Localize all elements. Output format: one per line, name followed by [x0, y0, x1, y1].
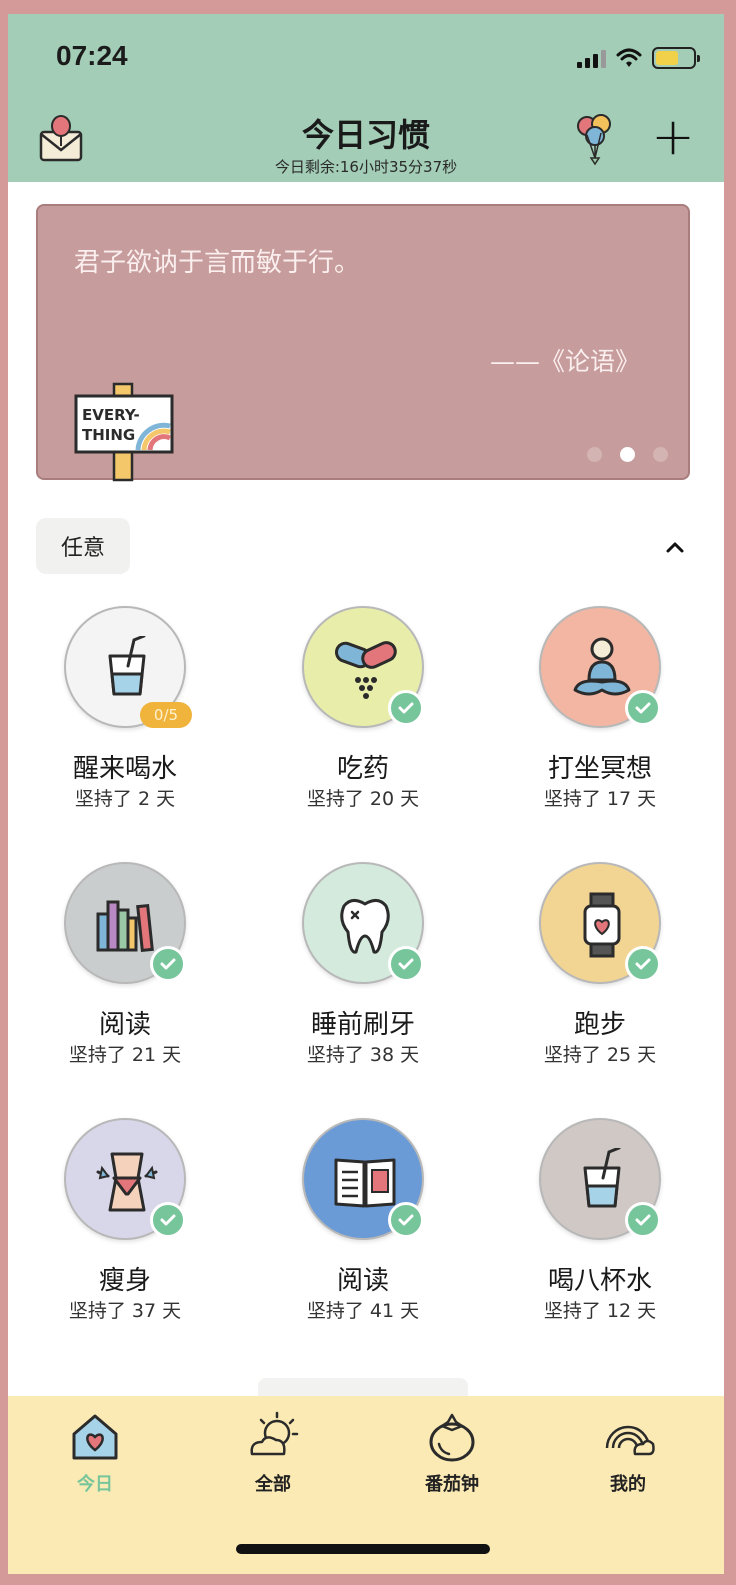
habit-name: 睡前刷牙 [310, 1010, 415, 1040]
habit-name: 跑步 [573, 1010, 626, 1040]
habit-name: 打坐冥想 [547, 754, 652, 784]
tab-label: 我的 [610, 1474, 646, 1495]
check-icon [625, 1202, 661, 1238]
rainbow-icon [605, 1425, 655, 1456]
habit-streak: 坚持了 37 天 [68, 1300, 182, 1322]
check-icon [150, 946, 186, 982]
habit-card[interactable]: 吃药坚持了 20 天 [252, 606, 472, 826]
section-tag[interactable]: 任意 [36, 518, 130, 574]
habit-streak: 坚持了 25 天 [543, 1044, 657, 1066]
check-icon [625, 946, 661, 982]
carousel-dots [587, 447, 668, 462]
habit-card[interactable]: 阅读坚持了 21 天 [14, 862, 234, 1082]
habit-card[interactable]: 跑步坚持了 25 天 [489, 862, 709, 1082]
status-icons [577, 46, 700, 70]
habit-streak: 坚持了 38 天 [306, 1044, 420, 1066]
habit-streak: 坚持了 21 天 [68, 1044, 182, 1066]
habit-card[interactable]: 阅读坚持了 41 天 [252, 1118, 472, 1338]
header: 07:24 今日习惯 今日剩余:16小时35分37秒 + [8, 14, 724, 182]
carousel-dot[interactable] [653, 447, 668, 462]
carousel-dot-active[interactable] [620, 447, 635, 462]
tab-mine[interactable]: 我的 [568, 1410, 688, 1500]
tab-today[interactable]: 今日 [35, 1410, 155, 1500]
sun-cloud-icon [250, 1411, 299, 1456]
tab-label: 全部 [255, 1474, 291, 1495]
check-icon [150, 1202, 186, 1238]
habit-streak: 坚持了 12 天 [543, 1300, 657, 1322]
habit-card[interactable]: 瘦身坚持了 37 天 [14, 1118, 234, 1338]
tab-label: 番茄钟 [425, 1474, 479, 1495]
status-time: 07:24 [56, 40, 128, 71]
habit-name: 阅读 [336, 1266, 389, 1296]
add-habit-button[interactable]: + [648, 111, 698, 164]
sign-text-line2: THING [82, 426, 135, 444]
check-icon [388, 946, 424, 982]
balloons-icon[interactable] [573, 112, 617, 168]
habit-streak: 坚持了 2 天 [74, 788, 176, 810]
everything-sign-icon: EVERY- THING [74, 382, 174, 482]
habit-name: 瘦身 [98, 1266, 151, 1296]
carousel-dot[interactable] [587, 447, 602, 462]
progress-badge: 0/5 [140, 702, 192, 728]
habit-card[interactable]: 打坐冥想坚持了 17 天 [489, 606, 709, 826]
battery-icon [652, 47, 700, 69]
wifi-icon [616, 48, 642, 67]
quote-author: ——《论语》 [489, 347, 640, 376]
chevron-up-icon[interactable] [658, 530, 692, 564]
sign-text-line1: EVERY- [82, 406, 140, 424]
tomato-icon [429, 1413, 475, 1462]
home-indicator[interactable] [236, 1544, 490, 1554]
habit-name: 阅读 [98, 1010, 151, 1040]
habit-streak: 坚持了 41 天 [306, 1300, 420, 1322]
habit-card[interactable]: 喝八杯水坚持了 12 天 [489, 1118, 709, 1338]
check-icon [388, 690, 424, 726]
tab-label: 今日 [77, 1474, 113, 1495]
habit-card[interactable]: 睡前刷牙坚持了 38 天 [252, 862, 472, 1082]
habit-streak: 坚持了 17 天 [543, 788, 657, 810]
habit-streak: 坚持了 20 天 [306, 788, 420, 810]
signal-icon [577, 48, 606, 68]
tab-all[interactable]: 全部 [213, 1410, 333, 1500]
quote-text: 君子欲讷于言而敏于行。 [74, 248, 361, 278]
habit-name: 喝八杯水 [547, 1266, 652, 1296]
habit-card[interactable]: 0/5 醒来喝水坚持了 2 天 [14, 606, 234, 826]
tab-pomodoro[interactable]: 番茄钟 [392, 1410, 512, 1500]
quote-carousel[interactable]: 君子欲讷于言而敏于行。 ——《论语》 EVERY- THING [36, 204, 690, 482]
app-screen: 07:24 今日习惯 今日剩余:16小时35分37秒 + 君子欲讷于言而敏于行。… [8, 14, 724, 1574]
check-icon [388, 1202, 424, 1238]
scroll-handle [258, 1378, 468, 1398]
habit-name: 醒来喝水 [72, 754, 177, 784]
habit-name: 吃药 [336, 754, 389, 784]
check-icon [625, 690, 661, 726]
home-heart-icon [72, 1414, 118, 1460]
